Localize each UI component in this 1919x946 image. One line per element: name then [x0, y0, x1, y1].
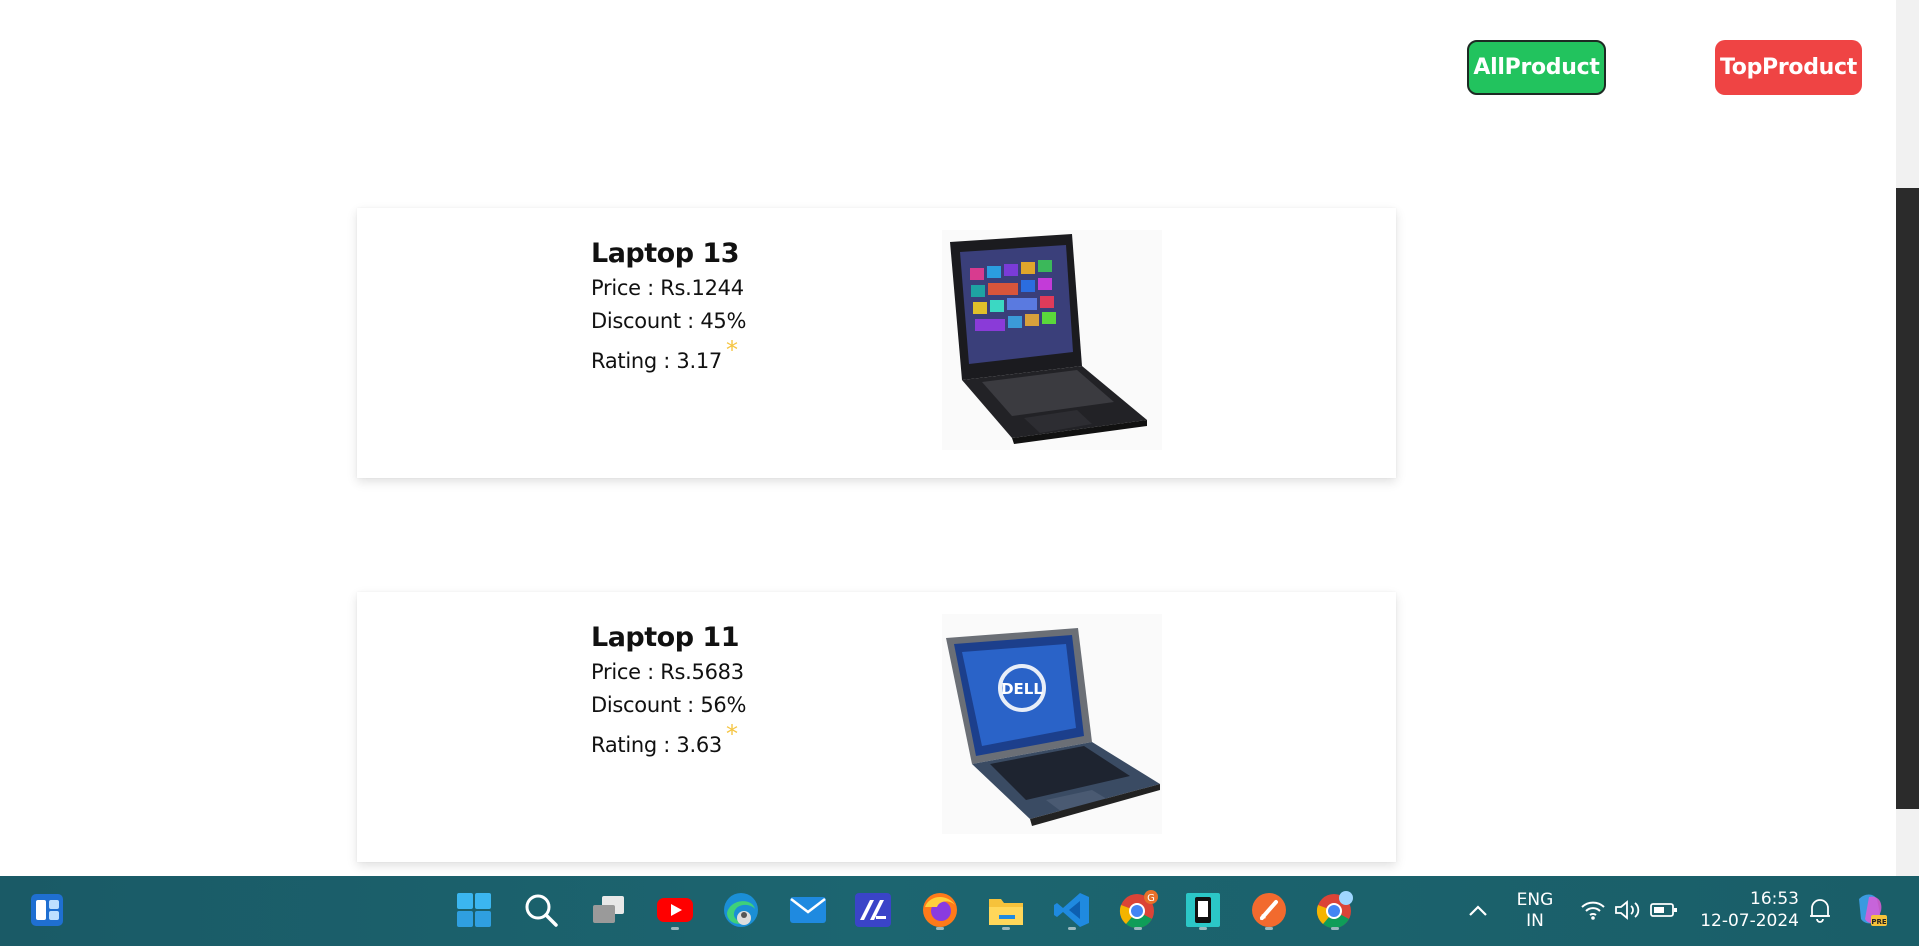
region-code: IN — [1526, 911, 1544, 931]
widgets-icon[interactable] — [25, 888, 69, 932]
rating-text: Rating : 3.63 — [591, 733, 722, 757]
product-info: Laptop 11 Price : Rs.5683 Discount : 56%… — [591, 620, 746, 764]
product-image: DELL — [942, 614, 1162, 834]
product-price: Price : Rs.5683 — [591, 660, 744, 684]
start-icon[interactable] — [452, 888, 496, 932]
wifi-icon[interactable] — [1580, 888, 1606, 932]
product-price: Price : Rs.1244 — [591, 276, 744, 300]
product-discount: Discount : 45% — [591, 309, 747, 333]
editor-icon[interactable] — [851, 888, 895, 932]
svg-text:DELL: DELL — [1001, 680, 1043, 698]
star-icon: * — [726, 720, 738, 748]
running-indicator — [1331, 927, 1339, 930]
top-product-button[interactable]: TopProduct — [1715, 40, 1862, 95]
rating-text: Rating : 3.17 — [591, 349, 722, 373]
product-name: Laptop 11 — [591, 622, 740, 653]
product-image — [942, 230, 1162, 450]
youtube-icon[interactable] — [653, 888, 697, 932]
clock-date: 12-07-2024 — [1700, 911, 1799, 931]
product-card: Laptop 11 Price : Rs.5683 Discount : 56%… — [357, 592, 1396, 862]
running-indicator — [1265, 927, 1273, 930]
app-icon[interactable] — [1181, 888, 1225, 932]
scrollbar-thumb[interactable] — [1896, 188, 1919, 809]
svg-text:PRE: PRE — [1871, 918, 1887, 926]
copilot-icon[interactable]: PRE — [1848, 888, 1892, 932]
star-icon: * — [726, 336, 738, 364]
all-product-button[interactable]: AllProduct — [1467, 40, 1606, 95]
pen-icon[interactable] — [1247, 888, 1291, 932]
volume-icon[interactable] — [1614, 888, 1642, 932]
dell-laptop-icon: DELL — [946, 628, 1160, 826]
chrome-badge: G — [1147, 893, 1155, 904]
vscode-icon[interactable] — [1050, 888, 1094, 932]
task-view-icon[interactable] — [586, 888, 630, 932]
notification-bell-icon[interactable] — [1805, 888, 1835, 932]
mail-icon[interactable] — [786, 888, 830, 932]
firefox-icon[interactable] — [918, 888, 962, 932]
edge-icon[interactable] — [719, 888, 763, 932]
file-explorer-icon[interactable] — [984, 888, 1028, 932]
running-indicator — [1002, 927, 1010, 930]
search-icon[interactable] — [519, 888, 563, 932]
chrome-icon[interactable]: G — [1116, 888, 1160, 932]
product-info: Laptop 13 Price : Rs.1244 Discount : 45%… — [591, 236, 746, 380]
product-discount: Discount : 56% — [591, 693, 747, 717]
taskbar: G ENG IN 16:53 12-07-2024 PRE — [0, 876, 1919, 946]
page-viewport: AllProduct TopProduct Laptop 13 Price : … — [0, 0, 1896, 876]
product-rating: Rating : 3.63 * — [591, 720, 746, 764]
acer-laptop-icon — [950, 234, 1147, 444]
product-name: Laptop 13 — [591, 238, 740, 269]
product-card: Laptop 13 Price : Rs.1244 Discount : 45%… — [357, 208, 1396, 478]
product-rating: Rating : 3.17 * — [591, 336, 746, 380]
chevron-up-icon[interactable] — [1466, 890, 1490, 930]
scrollbar[interactable] — [1896, 0, 1919, 876]
clock-time: 16:53 — [1750, 889, 1799, 909]
running-indicator — [1199, 927, 1207, 930]
language-code: ENG — [1516, 890, 1554, 910]
running-indicator — [936, 927, 944, 930]
running-indicator — [671, 927, 679, 930]
running-indicator — [1068, 927, 1076, 930]
clock[interactable]: 16:53 12-07-2024 — [1695, 888, 1799, 932]
running-indicator — [1134, 927, 1142, 930]
battery-icon[interactable] — [1650, 888, 1678, 932]
chrome-beta-icon[interactable] — [1313, 888, 1357, 932]
language-indicator[interactable]: ENG IN — [1510, 890, 1560, 932]
